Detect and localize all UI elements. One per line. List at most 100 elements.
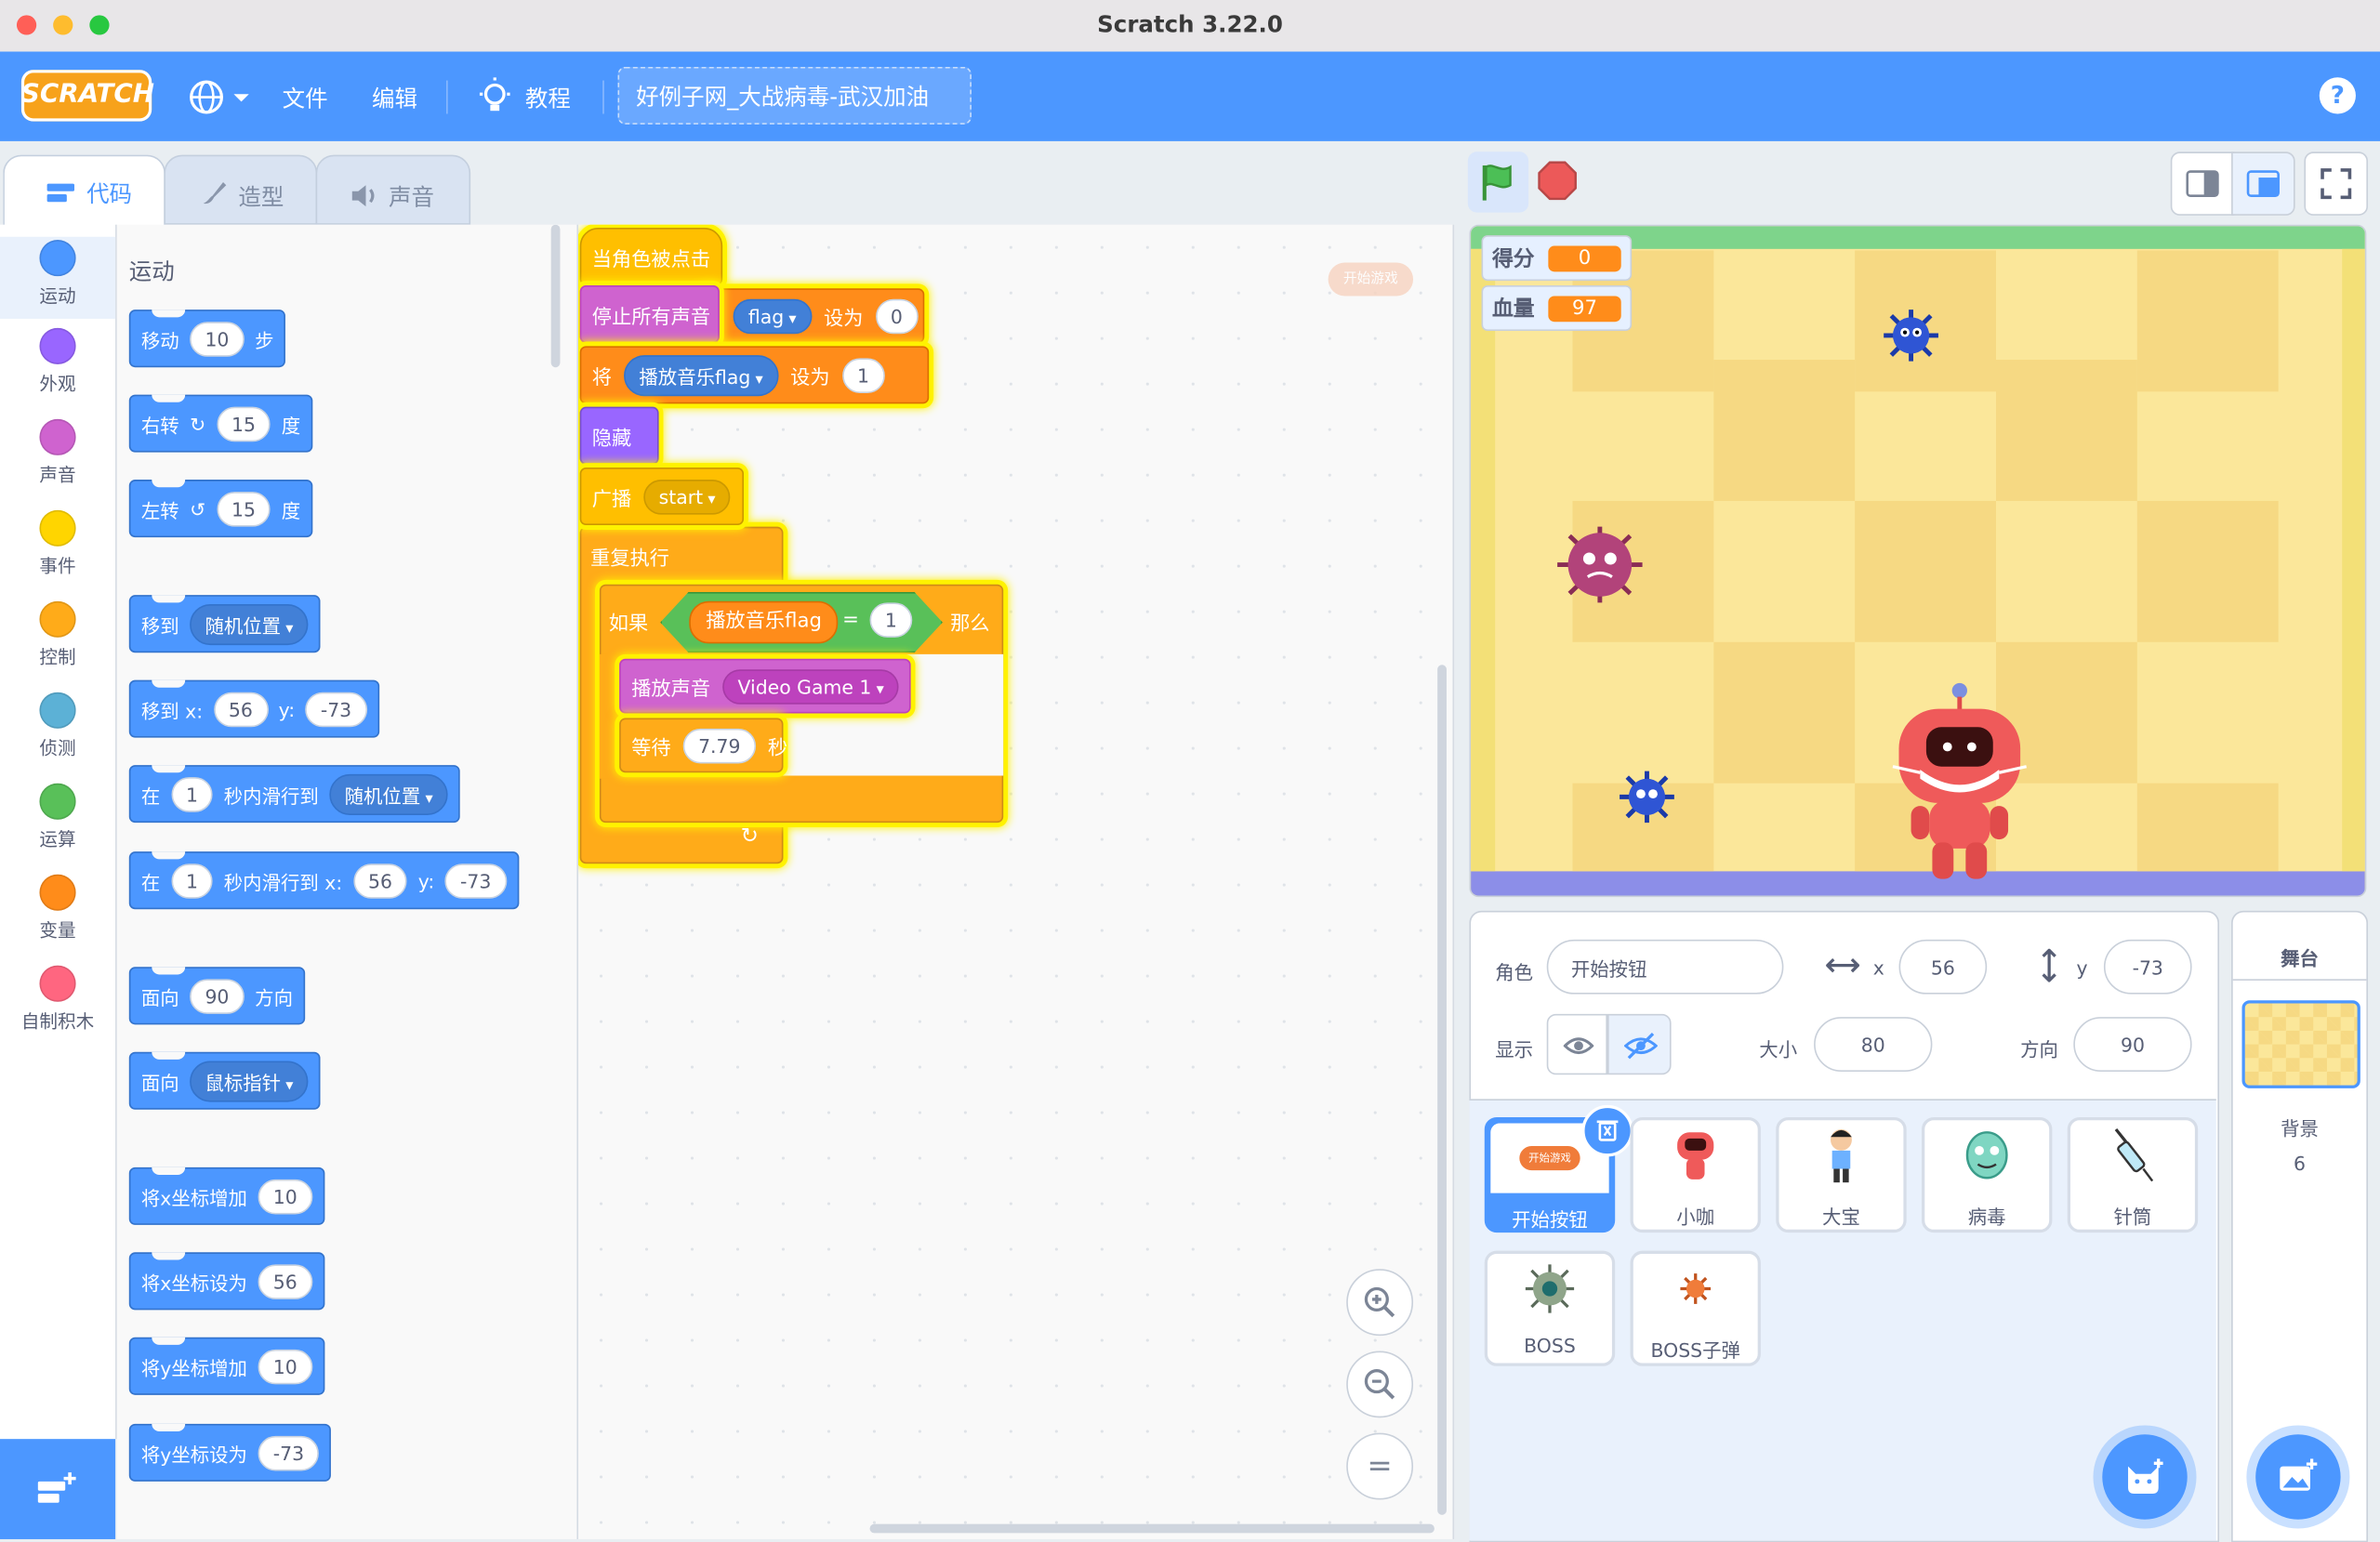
sprite-preview-badge: 开始游戏 (1328, 262, 1414, 297)
green-flag-button[interactable] (1467, 152, 1529, 213)
stop-button[interactable] (1538, 161, 1577, 201)
turn-left-block[interactable]: 左转 ↺ 15 度 (128, 480, 313, 538)
sensing-category-icon (39, 692, 76, 729)
direction-input[interactable]: 90 (2073, 1017, 2192, 1072)
workspace-vertical-scrollbar[interactable] (1437, 665, 1447, 1515)
wait-seconds-block[interactable]: 等待 7.79 秒 (619, 718, 787, 773)
category-events[interactable]: 事件 (0, 509, 115, 578)
when-sprite-clicked-hat-block[interactable]: 当角色被点击 (579, 227, 723, 286)
stop-all-sounds-block[interactable]: 停止所有声音 (579, 285, 720, 344)
scratch-logo[interactable]: SCRATCH (20, 70, 154, 122)
workspace-horizontal-scrollbar[interactable] (869, 1523, 1435, 1534)
y-arrows-icon (2042, 948, 2056, 982)
goto-block[interactable]: 移到 随机位置 (128, 595, 321, 653)
help-icon[interactable]: ? (2319, 77, 2356, 114)
motion-category-icon (39, 240, 76, 277)
point-direction-block[interactable]: 面向 90 方向 (128, 967, 306, 1025)
delete-sprite-button[interactable] (1581, 1104, 1633, 1157)
category-operators[interactable]: 运算 (0, 783, 115, 851)
category-motion[interactable]: 运动 (0, 236, 116, 319)
fullscreen-button[interactable] (2304, 152, 2369, 216)
tab-code-label: 代码 (86, 180, 133, 208)
rotate-right-icon: ↻ (190, 412, 206, 435)
script-workspace[interactable]: 重复执行 如果 播放音乐flag = 1 那么 播放声音 Video Game 1… (578, 224, 1455, 1539)
backdrops-label: 背景 (2281, 1116, 2319, 1140)
move-steps-block[interactable]: 移动 10 步 (128, 310, 286, 368)
zoom-in-button[interactable] (1346, 1269, 1414, 1337)
show-sprite-button[interactable] (1546, 1013, 1608, 1075)
bullet-virus-thumbnail (1680, 1273, 1712, 1304)
category-sensing[interactable]: 侦测 (0, 692, 115, 760)
tab-costumes-label: 造型 (238, 183, 284, 212)
set-variable-block-2[interactable]: 将播放音乐flag设为1 (579, 346, 930, 404)
set-y-block[interactable]: 将y坐标设为 -73 (128, 1423, 332, 1482)
green-virus-thumbnail (1965, 1131, 2008, 1180)
file-menu[interactable]: 文件 (283, 82, 328, 113)
sprite-name: 小咖 (1676, 1205, 1715, 1229)
point-towards-block[interactable]: 面向 鼠标指针 (128, 1051, 321, 1110)
play-sound-block[interactable]: 播放声音 Video Game 1 (619, 658, 911, 714)
tab-costumes[interactable]: 造型 (164, 154, 318, 225)
sprite-card-boss-bullet[interactable]: BOSS子弹 (1630, 1250, 1761, 1366)
glide-xy-block[interactable]: 在 1 秒内滑行到 x: 56 y: -73 (128, 851, 519, 910)
sprite-name: BOSS子弹 (1650, 1338, 1740, 1362)
category-sound[interactable]: 声音 (0, 418, 115, 487)
sprite-card-xiaoka[interactable]: 小咖 (1630, 1116, 1761, 1233)
show-label: 显示 (1495, 1038, 1534, 1061)
tutorials-button[interactable]: 教程 (477, 77, 583, 116)
menu-bar: SCRATCH 文件 编辑 教程 好例子网_大战病毒-武汉加油 ? (0, 51, 2380, 141)
category-control[interactable]: 控制 (0, 600, 115, 669)
normal-stage-button[interactable] (2231, 152, 2295, 216)
x-position-input[interactable]: 56 (1898, 939, 1988, 995)
edit-menu[interactable]: 编辑 (372, 82, 417, 113)
category-menu: 运动 外观 声音 事件 控制 侦测 运算 变量 自制积木 (0, 224, 117, 1440)
category-variables[interactable]: 变量 (0, 874, 115, 942)
x-arrows-icon (1826, 957, 1860, 973)
sprite-card-virus[interactable]: 病毒 (1921, 1116, 2053, 1233)
backdrop-thumbnail[interactable] (2241, 1000, 2360, 1088)
category-my-blocks[interactable]: 自制积木 (0, 965, 115, 1034)
equals-value-input[interactable]: 1 (869, 602, 913, 638)
project-title-input[interactable]: 好例子网_大战病毒-武汉加油 (617, 66, 972, 125)
set-variable-block-1[interactable]: flag设为0 (699, 288, 925, 344)
broadcast-block[interactable]: 广播 start (579, 467, 745, 526)
size-input[interactable]: 80 (1814, 1017, 1933, 1072)
change-x-block[interactable]: 将x坐标增加 10 (128, 1166, 325, 1225)
eye-icon (1563, 1037, 1594, 1055)
sprite-name: 病毒 (1967, 1205, 2006, 1229)
small-stage-button[interactable] (2170, 152, 2235, 216)
rotate-left-icon: ↺ (190, 496, 206, 521)
choose-sprite-button[interactable] (2102, 1434, 2188, 1520)
zoom-out-button[interactable] (1346, 1351, 1414, 1418)
change-y-block[interactable]: 将y坐标增加 10 (128, 1337, 325, 1395)
language-button[interactable] (188, 77, 252, 123)
set-x-block[interactable]: 将x坐标设为 56 (128, 1252, 325, 1311)
zoom-reset-button[interactable]: = (1346, 1432, 1414, 1500)
fullscreen-icon (2320, 168, 2352, 200)
tab-code[interactable]: 代码 (3, 154, 165, 227)
stage-panel-title: 舞台 (2281, 947, 2319, 970)
sprite-name: 开始按钮 (1512, 1207, 1588, 1232)
hide-block[interactable]: 隐藏 (579, 406, 659, 465)
variables-category-icon (39, 874, 76, 911)
turn-right-block[interactable]: 右转 ↻ 15 度 (128, 394, 313, 453)
category-looks[interactable]: 外观 (0, 327, 115, 396)
y-position-input[interactable]: -73 (2103, 939, 2192, 995)
goto-xy-block[interactable]: 移到 x: 56 y: -73 (128, 679, 379, 738)
health-monitor: 血量 97 (1481, 285, 1633, 332)
tab-sounds[interactable]: 声音 (315, 154, 471, 225)
sprite-card-dabao[interactable]: 大宝 (1776, 1116, 1907, 1233)
add-extension-icon (37, 1472, 76, 1503)
music-flag-variable-reporter[interactable]: 播放音乐flag (689, 600, 839, 644)
glide-random-block[interactable]: 在 1 秒内滑行到 随机位置 (128, 765, 461, 824)
sprite-card-boss[interactable]: BOSS (1484, 1250, 1616, 1366)
add-extension-button[interactable] (0, 1439, 116, 1539)
normal-stage-icon (2246, 170, 2280, 197)
speaker-icon (351, 185, 375, 207)
palette-scrollbar[interactable] (550, 224, 561, 368)
hide-sprite-button[interactable] (1607, 1013, 1672, 1075)
choose-backdrop-button[interactable] (2255, 1434, 2341, 1520)
control-category-icon (39, 600, 76, 638)
sprite-card-syringe[interactable]: 针筒 (2067, 1116, 2199, 1233)
sprite-name-input[interactable]: 开始按钮 (1546, 939, 1784, 995)
